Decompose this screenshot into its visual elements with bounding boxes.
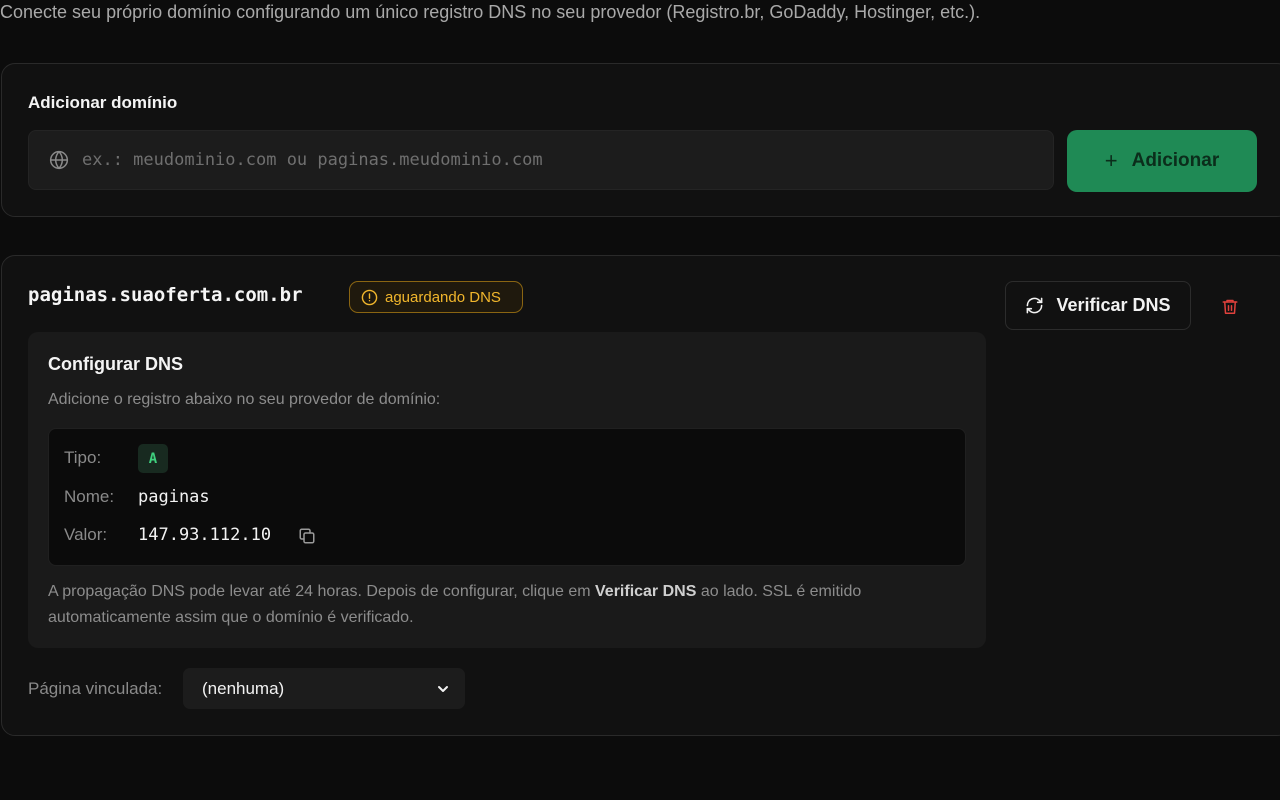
dns-record-box: Tipo: A Nome: paginas Valor: 147.93.112.… [48,428,966,566]
dns-config-panel: Configurar DNS Adicione o registro abaix… [28,332,986,648]
domain-input[interactable] [82,131,1053,189]
record-value-label: Valor: [64,525,108,544]
status-badge: aguardando DNS [349,281,523,313]
domain-name: paginas.suaoferta.com.br [28,284,303,306]
linked-page-select[interactable]: (nenhuma) [183,668,465,709]
add-domain-title: Adicionar domínio [28,93,178,112]
propagation-note-start: A propagação DNS pode levar até 24 horas… [48,583,595,600]
add-domain-button[interactable]: + Adicionar [1067,130,1257,192]
propagation-note: A propagação DNS pode levar até 24 horas… [48,579,968,631]
chevron-down-icon [435,681,451,697]
verify-dns-button[interactable]: Verificar DNS [1005,281,1191,330]
add-domain-button-label: Adicionar [1131,150,1220,171]
alert-circle-icon [361,289,378,306]
dns-config-title: Configurar DNS [48,354,183,374]
globe-icon [49,150,69,170]
linked-page-select-value: (nenhuma) [202,678,285,698]
record-name-value: paginas [138,487,210,507]
status-badge-label: aguardando DNS [385,288,501,306]
add-domain-card: Adicionar domínio + Adicionar [1,63,1280,217]
trash-icon [1221,297,1239,316]
delete-domain-button[interactable] [1217,293,1243,319]
domain-input-wrapper [28,130,1054,190]
refresh-icon [1025,296,1044,315]
intro-text: Conecte seu próprio domínio configurando… [0,2,981,22]
verify-dns-button-label: Verificar DNS [1056,295,1171,315]
linked-page-label: Página vinculada: [28,679,163,698]
plus-icon: + [1104,148,1118,173]
domain-card: paginas.suaoferta.com.br aguardando DNS … [1,255,1280,736]
dns-config-subtitle: Adicione o registro abaixo no seu proved… [48,391,441,408]
copy-value-button[interactable] [298,527,318,547]
record-type-label: Tipo: [64,448,102,467]
copy-icon [298,527,316,547]
record-value-value[interactable]: 147.93.112.10 [138,525,271,545]
record-type-badge: A [138,444,168,473]
propagation-note-emphasis: Verificar DNS [595,583,697,600]
record-name-label: Nome: [64,487,115,506]
